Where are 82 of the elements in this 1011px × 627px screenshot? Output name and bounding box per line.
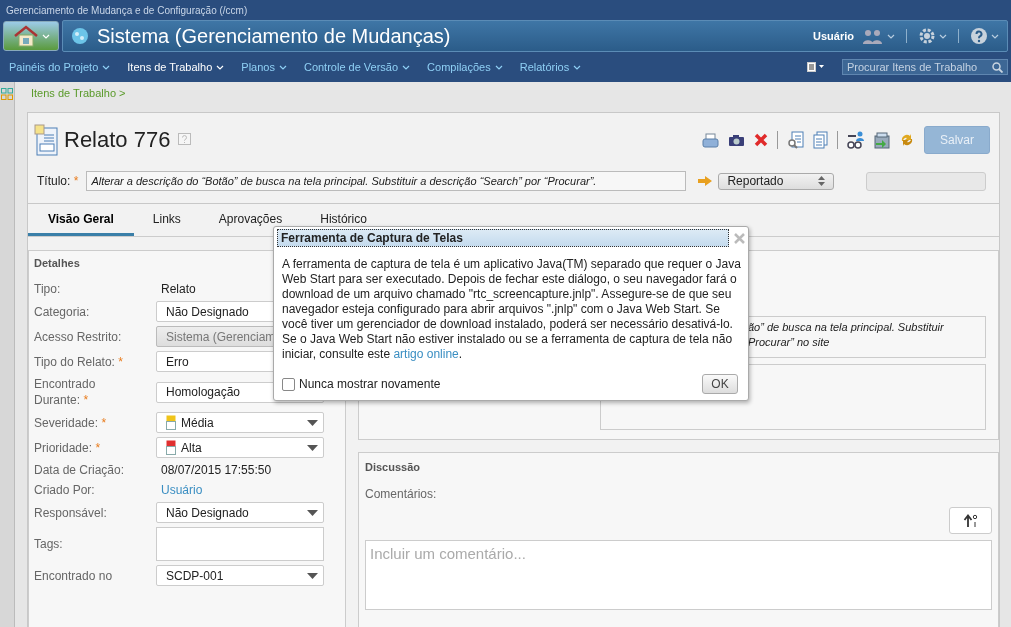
chevron-down-icon <box>278 64 287 70</box>
sort-button[interactable] <box>949 507 992 534</box>
arrow-right-icon <box>698 176 713 186</box>
dropdown-field[interactable]: Alta <box>156 437 324 458</box>
chevron-down-icon <box>991 33 999 39</box>
summary-field[interactable]: Alterar a descrição do “Botão” de busca na tela principal. Substituir a descrição “Search” por “Procurar”. <box>86 171 687 191</box>
delete-icon[interactable] <box>754 133 768 147</box>
field-value: Relato <box>160 282 196 296</box>
globe-icon <box>71 27 89 45</box>
document-list-icon[interactable] <box>813 131 828 149</box>
tab[interactable]: Visão Geral <box>28 204 134 236</box>
settings-icon[interactable] <box>918 27 936 45</box>
search-icon <box>992 61 1003 73</box>
field-label: Data de Criação: <box>34 462 126 478</box>
dropdown-arrow-icon <box>307 444 318 451</box>
grid-icon[interactable] <box>1 88 13 100</box>
dropdown-field[interactable]: SCDP-001 <box>156 565 324 586</box>
comments-label: Comentários: <box>365 487 438 501</box>
field-label: Encontrado Durante: * <box>34 376 97 408</box>
field-label: Categoria: <box>34 303 91 320</box>
project-title: Sistema (Gerenciamento de Mudanças) <box>97 24 452 48</box>
tab[interactable]: Links <box>133 204 200 236</box>
user-binoculars-icon[interactable] <box>847 131 864 149</box>
dialog-title: Ferramenta de Captura de Telas <box>277 229 729 247</box>
nav-menu[interactable]: Relatórios <box>519 61 582 73</box>
camera-icon[interactable] <box>728 133 745 147</box>
nav-menu[interactable]: Compilações <box>427 61 503 73</box>
chevron-down-icon <box>887 33 895 39</box>
people-icon[interactable] <box>862 28 884 44</box>
chevron-down-icon <box>494 64 503 70</box>
nav-menu[interactable]: Itens de Trabalho <box>127 61 225 73</box>
dropdown-arrow-icon <box>307 572 318 579</box>
ok-button[interactable]: OK <box>702 374 738 394</box>
field-label: Criado Por: <box>34 482 96 498</box>
field-label: Tags: <box>34 536 64 552</box>
field-value: 08/07/2015 17:55:50 <box>160 463 272 477</box>
list-icon[interactable] <box>807 62 825 72</box>
user-menu[interactable]: Usuário <box>813 30 854 42</box>
chevron-down-icon <box>402 64 411 70</box>
dropdown-arrow-icon <box>307 419 318 426</box>
printer-icon[interactable] <box>702 132 719 148</box>
chevron-down-icon <box>42 33 50 39</box>
document-search-icon[interactable] <box>787 131 804 149</box>
help-icon[interactable] <box>970 27 988 45</box>
state-dropdown[interactable]: Reportado <box>718 172 835 190</box>
field-label: Severidade: * <box>34 414 108 431</box>
field-label: Tipo: <box>34 281 62 297</box>
document-icon <box>34 124 60 156</box>
spinner-arrows-icon <box>818 176 826 186</box>
work-item-title: Relato 776 <box>64 127 171 153</box>
section-heading: Detalhes <box>34 257 80 269</box>
app-title: Gerenciamento de Mudança e de Configuração (/ccm) <box>0 0 1011 20</box>
chevron-down-icon <box>939 33 947 39</box>
tags-field[interactable] <box>156 527 324 561</box>
sort-icon <box>962 513 979 528</box>
field-label: Tipo do Relato: * <box>34 353 124 370</box>
nav-menu[interactable]: Planos <box>241 61 287 73</box>
field-label: Acesso Restrito: <box>34 328 123 345</box>
flag-icon <box>166 415 176 430</box>
tray-arrow-icon[interactable] <box>873 131 890 149</box>
comment-field[interactable]: Incluir um comentário... <box>365 540 992 610</box>
field-label: Responsável: <box>34 504 108 521</box>
dropdown-field[interactable]: Média <box>156 412 324 433</box>
chevron-down-icon <box>216 64 225 70</box>
home-button[interactable] <box>3 21 59 51</box>
search-field[interactable]: Procurar Itens de Trabalho <box>842 59 1008 75</box>
field-label: Prioridade: * <box>34 439 102 456</box>
field-label: Encontrado no <box>34 567 114 584</box>
sync-arrows-icon[interactable] <box>899 132 915 148</box>
nav-menu[interactable]: Painéis do Projeto <box>9 61 111 73</box>
user-link[interactable]: Usuário <box>156 483 324 497</box>
chevron-down-icon <box>573 64 582 70</box>
section-heading: Discussão <box>365 461 421 473</box>
house-icon <box>12 24 40 48</box>
flag-icon <box>166 440 176 455</box>
dropdown-field[interactable]: Não Designado <box>156 502 324 523</box>
summary-label: Título: * <box>37 174 79 188</box>
dropdown-arrow-icon <box>307 509 318 516</box>
chevron-down-icon <box>102 64 111 70</box>
close-button[interactable] <box>733 231 746 245</box>
article-link[interactable]: artigo online <box>393 347 459 361</box>
nav-menu[interactable]: Controle de Versão <box>303 61 411 73</box>
